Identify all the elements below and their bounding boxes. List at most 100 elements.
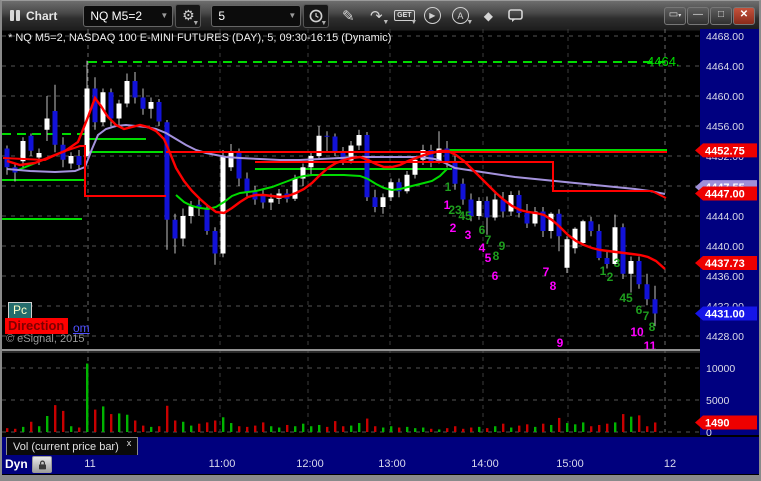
candlestick [324, 135, 330, 137]
volume-bar [238, 426, 241, 432]
sequence-label-magenta: 7 [543, 265, 550, 279]
symbol-settings-button[interactable]: ⚙ ▼ [175, 3, 202, 28]
candlestick [28, 135, 34, 151]
pointer-tool-button[interactable]: ◆ [477, 5, 499, 27]
candlestick [212, 231, 218, 254]
time-axis: Dyn 11 11:00 12:00 13:00 14:00 15:00 12 [2, 455, 759, 474]
time-axis-label: 15:00 [556, 458, 584, 470]
curved-arrow-icon: ↷ [370, 7, 383, 25]
candlestick [460, 183, 466, 200]
volume-bar [206, 422, 209, 432]
close-button[interactable]: ✕ [733, 6, 755, 25]
volume-bar [390, 426, 393, 432]
volume-tab-label: Vol (current price bar) [13, 440, 119, 453]
candlestick [244, 178, 250, 192]
chevron-down-icon: ▼ [466, 18, 474, 26]
candlestick [564, 239, 570, 268]
auto-scale-button[interactable]: A ▼ [449, 5, 474, 27]
candlestick [268, 198, 274, 203]
volume-bar [470, 427, 473, 432]
volume-bar [22, 426, 25, 432]
sequence-label-magenta: 2 [450, 221, 457, 235]
time-axis-label: 12 [663, 458, 677, 470]
pane-divider [2, 349, 700, 351]
candlestick [580, 221, 586, 243]
time-axis-label: 14:00 [471, 458, 499, 470]
volume-bar [30, 421, 33, 432]
volume-bar [550, 424, 553, 432]
volume-bar [534, 426, 537, 432]
volume-bar [118, 413, 121, 432]
sequence-label-magenta: 10 [630, 325, 644, 339]
lock-button[interactable] [32, 456, 52, 473]
volume-bar [398, 427, 401, 432]
lock-icon [38, 460, 46, 469]
text: 4452.75 [705, 145, 745, 157]
line-tool-button[interactable]: ↷ ▼ [365, 5, 389, 27]
price-axis-label: 4444.00 [706, 211, 744, 223]
candlestick [332, 136, 338, 152]
candlestick [620, 227, 626, 274]
volume-pane-tab[interactable]: Vol (current price bar) x [6, 437, 139, 455]
time-template-button[interactable]: ▼ [303, 3, 330, 28]
price-tag-red: 4452.75 [695, 143, 757, 158]
interval-combo[interactable]: 5 ▼ [211, 4, 302, 27]
plot-area: 12 3456 78910111234567 981 23456 78 [2, 29, 700, 433]
candlestick [404, 174, 410, 192]
volume-bar [366, 418, 369, 432]
volume-bar [230, 423, 233, 432]
volume-bar [574, 424, 577, 432]
volume-bar [54, 405, 57, 432]
volume-bar [14, 428, 17, 432]
volume-bar [246, 426, 249, 432]
volume-bar [502, 423, 505, 432]
volume-bar [198, 423, 201, 432]
volume-bar [302, 423, 305, 432]
chevron-down-icon: ▼ [288, 11, 297, 20]
rollup-button[interactable]: ▭▾ [664, 6, 686, 25]
price-axis-label: 4428.00 [706, 331, 744, 343]
candlestick [372, 197, 378, 207]
sequence-label-green: 1 [600, 264, 607, 278]
sequence-label-green: 6 [636, 303, 643, 317]
price-axis-label: 4464.00 [706, 61, 744, 73]
candlestick [588, 221, 594, 231]
minimize-button[interactable]: — [687, 6, 709, 25]
green-level-value: 4464. [647, 54, 680, 69]
maximize-button[interactable]: □ [710, 6, 732, 25]
chevron-down-icon: ▼ [192, 19, 200, 27]
volume-axis-label: 10000 [706, 363, 735, 375]
volume-bar [318, 424, 321, 432]
candlestick [180, 216, 186, 239]
draw-button[interactable]: ✎ [337, 5, 359, 27]
candlestick [36, 153, 42, 158]
sequence-label-green: 7 [485, 233, 492, 247]
study-badge-pc[interactable]: Pc [8, 302, 33, 319]
candlestick [636, 261, 642, 285]
price-tag-red: 4437.73 [695, 256, 757, 271]
volume-bar [142, 425, 145, 432]
symbol-value: NQ M5=2 [90, 8, 143, 23]
candlestick [108, 92, 114, 119]
sequence-label-magenta: 6 [492, 269, 499, 283]
symbol-combo[interactable]: NQ M5=2 ▼ [83, 4, 174, 27]
sequence-label-green: 1 [445, 180, 452, 194]
volume-bar [190, 425, 193, 432]
volume-bar [310, 426, 313, 432]
volume-axis-label: 5000 [706, 395, 730, 407]
time-axis-label: 13:00 [378, 458, 406, 470]
candlestick [156, 102, 162, 122]
pane-tab-row: Vol (current price bar) x [2, 437, 759, 455]
get-data-button[interactable]: GET ▼ [393, 5, 417, 27]
candlestick [204, 208, 210, 231]
chevron-down-icon: ▼ [320, 19, 328, 27]
volume-bar [358, 423, 361, 432]
close-icon[interactable]: x [127, 438, 132, 448]
candlestick [132, 81, 138, 98]
volume-bar [446, 428, 449, 432]
comment-button[interactable] [505, 5, 527, 27]
candlestick [548, 213, 554, 231]
volume-bar [214, 420, 217, 432]
study-badge-direction[interactable]: Direction [5, 318, 69, 334]
replay-button[interactable]: ▶ [421, 5, 443, 27]
